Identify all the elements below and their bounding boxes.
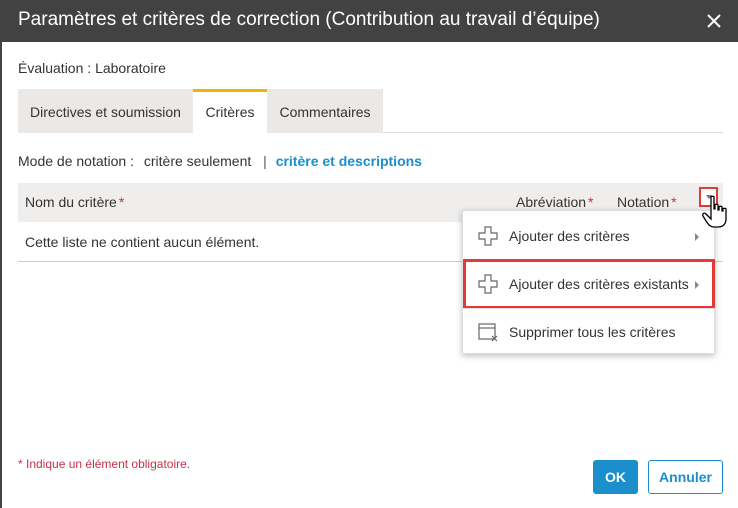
- required-marker: *: [118, 194, 125, 210]
- column-header-notation-label: Notation: [617, 194, 670, 210]
- column-header-name-label: Nom du critère: [25, 194, 117, 210]
- required-note: * Indique un élément obligatoire.: [18, 457, 191, 471]
- ok-button[interactable]: OK: [593, 460, 638, 494]
- column-header-abbreviation: Abréviation *: [516, 194, 594, 210]
- dialog: Paramètres et critères de correction (Co…: [0, 0, 738, 508]
- tab-bar: Directives et soumission Critères Commen…: [18, 89, 723, 133]
- close-button[interactable]: [702, 9, 726, 33]
- menu-item-label: Supprimer tous les critères: [509, 324, 676, 340]
- window-edge: [0, 42, 2, 508]
- required-marker: *: [588, 194, 594, 210]
- menu-item-label: Ajouter des critères existants: [509, 276, 689, 292]
- column-header-abbreviation-label: Abréviation: [516, 194, 587, 210]
- menu-item-add-existing-criteria[interactable]: Ajouter des critères existants: [463, 261, 716, 307]
- evaluation-label: Évaluation :: [18, 60, 92, 76]
- plus-icon: [478, 226, 498, 246]
- grading-mode-separator: |: [263, 153, 267, 169]
- required-marker: *: [671, 194, 677, 210]
- evaluation-value: Laboratoire: [95, 60, 166, 76]
- delete-table-icon: [478, 323, 498, 342]
- evaluation-line: Évaluation : Laboratoire: [18, 60, 166, 76]
- dialog-titlebar: Paramètres et critères de correction (Co…: [0, 0, 738, 42]
- dialog-title: Paramètres et critères de correction (Co…: [18, 9, 600, 30]
- close-icon: [707, 14, 721, 28]
- tab-criteres[interactable]: Critères: [193, 89, 267, 133]
- menu-item-add-criteria[interactable]: Ajouter des critères: [463, 213, 716, 259]
- column-header-name: Nom du critère *: [25, 194, 124, 210]
- cancel-button[interactable]: Annuler: [648, 460, 723, 494]
- grading-mode-label: Mode de notation :: [18, 153, 134, 169]
- empty-list-message: Cette liste ne contient aucun élément.: [25, 234, 260, 250]
- tab-directives[interactable]: Directives et soumission: [18, 89, 193, 133]
- tab-commentaires[interactable]: Commentaires: [267, 89, 383, 133]
- grading-mode: Mode de notation : critère seulement | c…: [18, 153, 422, 169]
- menu-item-delete-all-criteria[interactable]: Supprimer tous les critères: [463, 309, 716, 355]
- table-actions-menu: Ajouter des critères Ajouter des critère…: [462, 210, 716, 355]
- plus-icon: [478, 274, 498, 294]
- submenu-arrow-icon: [695, 233, 699, 241]
- grading-mode-option-criteria-descriptions[interactable]: critère et descriptions: [276, 153, 422, 169]
- grading-mode-option-criteria-only[interactable]: critère seulement: [144, 153, 251, 169]
- submenu-arrow-icon: [695, 281, 699, 289]
- menu-item-label: Ajouter des critères: [509, 228, 630, 244]
- hand-cursor-icon: [702, 195, 727, 228]
- column-header-notation: Notation *: [617, 194, 677, 210]
